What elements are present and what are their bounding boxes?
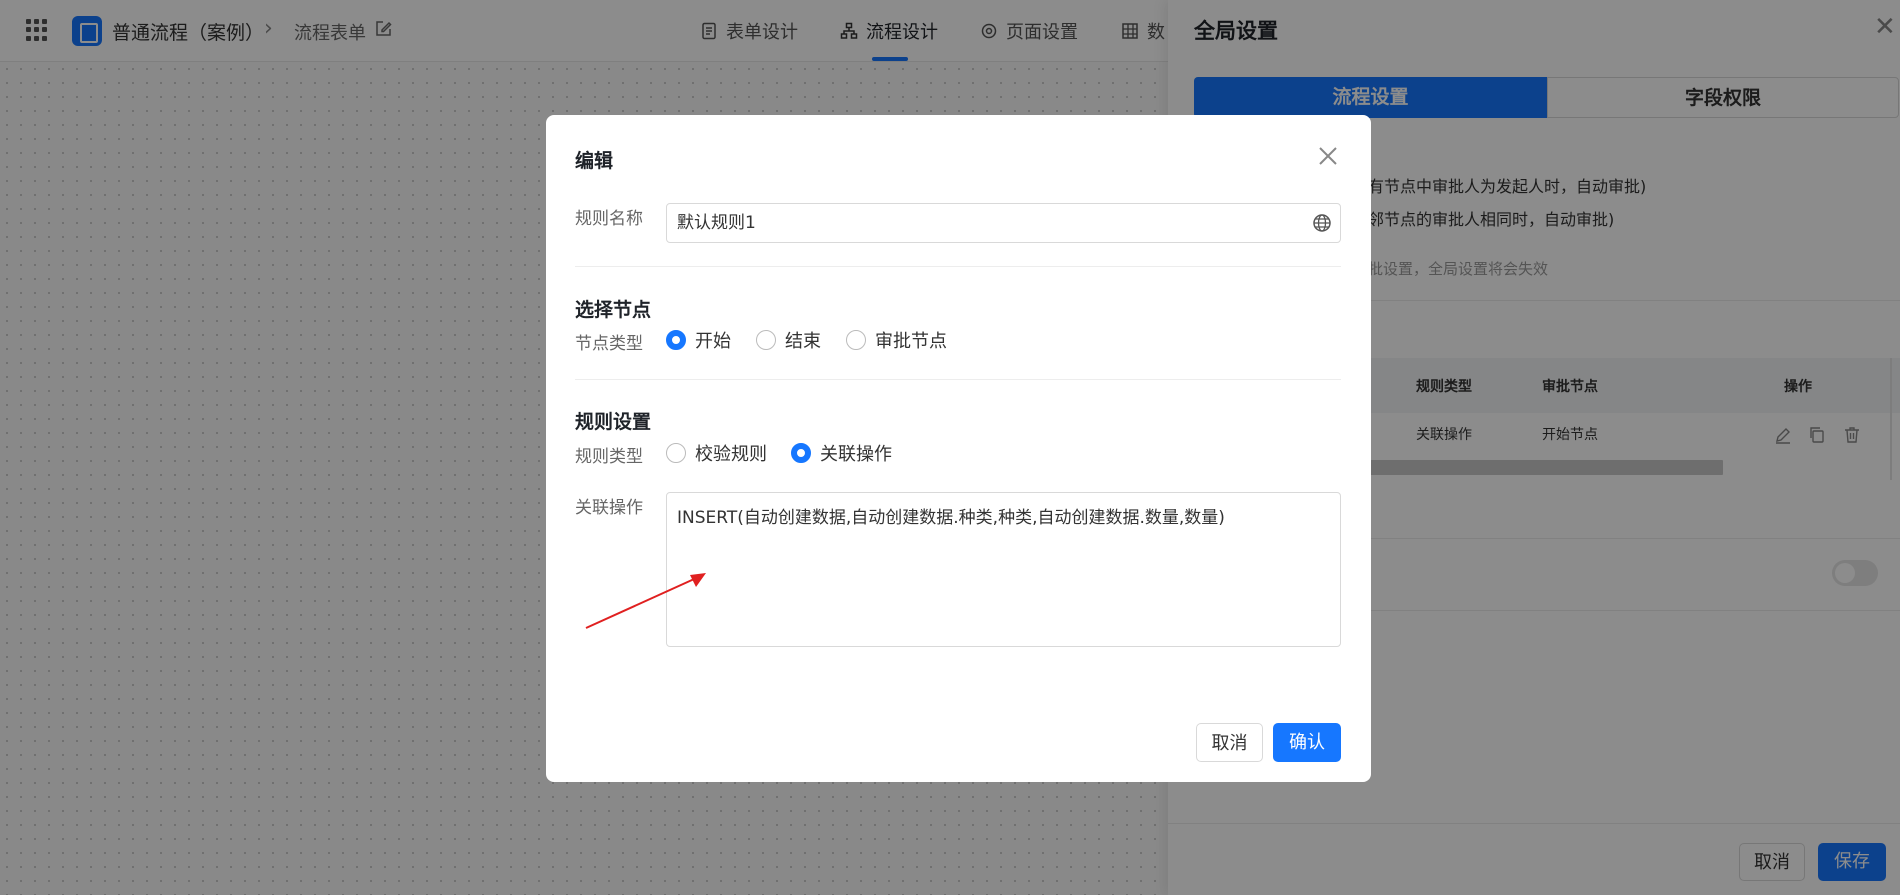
rule-name-input[interactable]: 默认规则1 <box>666 203 1341 243</box>
radio-label: 校验规则 <box>695 444 767 465</box>
divider <box>575 379 1341 380</box>
node-type-label: 节点类型 <box>575 334 643 354</box>
divider <box>575 266 1341 267</box>
node-section-title: 选择节点 <box>575 299 652 321</box>
radio-label: 审批节点 <box>875 331 947 352</box>
linked-action-label: 关联操作 <box>575 498 643 518</box>
edit-rule-dialog: 编辑 规则名称 默认规则1 选择节点 节点类型 开始 结束 审批节点 规则设置 … <box>546 115 1371 782</box>
annotation-arrow-icon <box>585 573 706 629</box>
radio-dot <box>846 330 866 350</box>
linked-action-textarea[interactable]: INSERT(自动创建数据,自动创建数据.种类,种类,自动创建数据.数量,数量) <box>666 492 1341 647</box>
radio-rule-linked-action[interactable]: 关联操作 <box>791 440 892 466</box>
rule-type-label: 规则类型 <box>575 447 643 467</box>
confirm-button[interactable]: 确认 <box>1273 723 1341 762</box>
radio-node-start[interactable]: 开始 <box>666 327 731 353</box>
radio-dot <box>666 443 686 463</box>
radio-rule-validation[interactable]: 校验规则 <box>666 440 767 466</box>
radio-dot <box>666 330 686 350</box>
radio-node-approval[interactable]: 审批节点 <box>846 327 947 353</box>
radio-label: 结束 <box>785 331 821 352</box>
radio-node-end[interactable]: 结束 <box>756 327 821 353</box>
radio-label: 关联操作 <box>820 444 892 465</box>
globe-icon[interactable] <box>1312 213 1332 233</box>
cancel-button[interactable]: 取消 <box>1196 723 1263 762</box>
radio-label: 开始 <box>695 331 731 352</box>
radio-dot <box>791 443 811 463</box>
radio-dot <box>756 330 776 350</box>
rule-name-label: 规则名称 <box>575 209 643 229</box>
close-icon[interactable] <box>1316 144 1340 168</box>
rule-section-title: 规则设置 <box>575 411 652 433</box>
dialog-title: 编辑 <box>575 150 614 172</box>
